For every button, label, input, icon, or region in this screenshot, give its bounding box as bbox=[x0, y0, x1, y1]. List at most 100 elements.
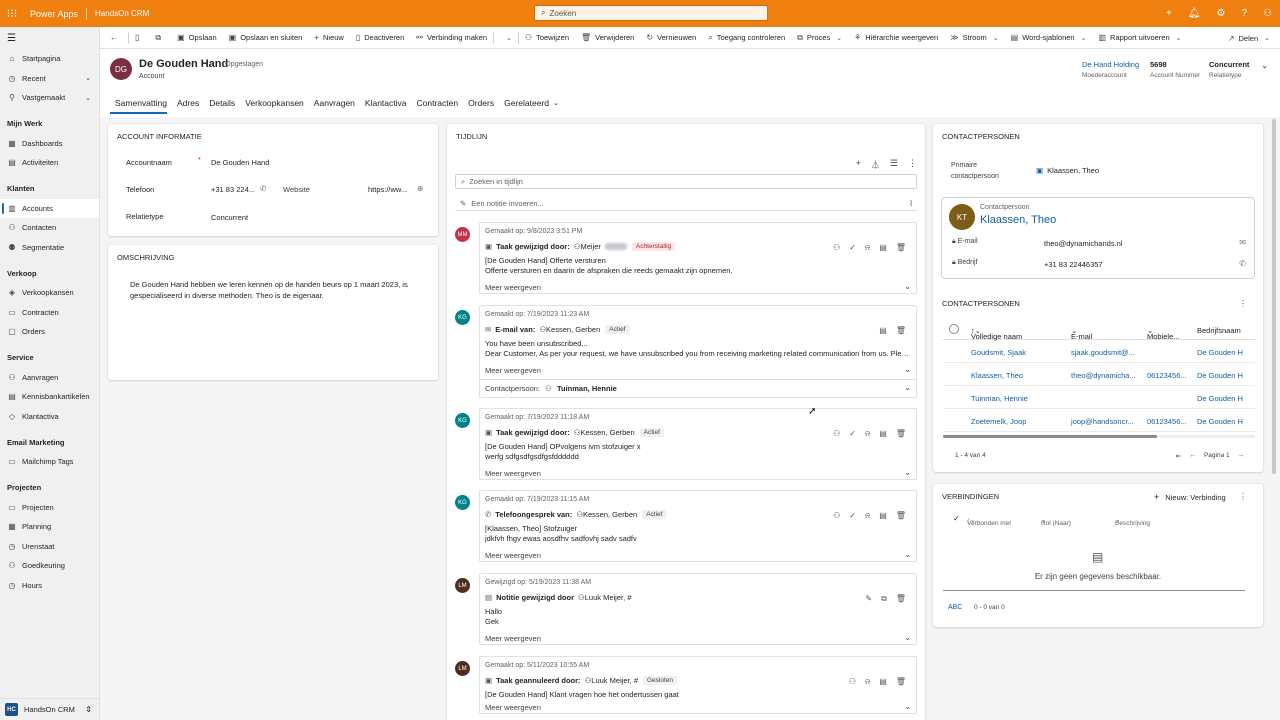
tab-verkoopkansen[interactable]: Verkoopkansen bbox=[240, 93, 309, 113]
record-set-button[interactable]: ▯ bbox=[129, 27, 149, 49]
note-input[interactable]: ✎ Een notitie invoeren... ⌇ bbox=[455, 197, 917, 211]
check-icon[interactable]: ✓ bbox=[849, 243, 856, 253]
assign-icon[interactable]: ⚇ bbox=[833, 243, 840, 253]
cell-email[interactable]: theo@dynamicha... bbox=[1071, 371, 1143, 380]
alphabet-filter[interactable]: ABC bbox=[948, 604, 962, 611]
more-icon[interactable]: ⋮ bbox=[1239, 299, 1247, 308]
chevron-down-icon[interactable]: ⌄ bbox=[904, 633, 911, 642]
relation-type-field[interactable]: Concurrent bbox=[211, 213, 248, 222]
chevron-down-icon[interactable]: ⌄ bbox=[904, 365, 911, 374]
account-name-field[interactable]: De Gouden Hand bbox=[211, 158, 269, 167]
open-icon[interactable]: ▤ bbox=[879, 243, 887, 253]
cell-mobile[interactable]: 06123456... bbox=[1147, 417, 1193, 426]
nav-item-planning[interactable]: ▦ Planning bbox=[0, 517, 99, 537]
help-icon[interactable]: ? bbox=[1241, 8, 1247, 19]
next-page-icon[interactable]: → bbox=[1238, 452, 1245, 460]
first-page-icon[interactable]: ⇤ bbox=[1176, 452, 1181, 460]
phone-icon[interactable]: ✆ bbox=[260, 184, 266, 193]
primary-contact-field[interactable]: ▣ Klaassen, Theo bbox=[1036, 166, 1099, 175]
timeline-card[interactable]: Gemaakt op: 9/8/2023 3:51 PM ▣ Taak gewi… bbox=[479, 222, 917, 294]
check-icon[interactable]: ✓ bbox=[849, 429, 856, 439]
person-name[interactable]: Luuk Meijer, # bbox=[591, 676, 638, 685]
trash-icon[interactable]: 🗑︎ bbox=[896, 594, 906, 604]
timeline-card[interactable]: Gemaakt op: 7/19/2023 11:15 AM ✆ Telefoo… bbox=[479, 490, 917, 562]
chevron-down-icon[interactable]: ⌄ bbox=[904, 383, 911, 392]
bell-icon[interactable]: ⍾ bbox=[865, 429, 870, 439]
nav-item-orders[interactable]: ▢ Orders bbox=[0, 322, 99, 342]
contact-name[interactable]: Tuinman, Hennie bbox=[557, 384, 617, 393]
cell-company[interactable]: De Gouden H bbox=[1197, 417, 1255, 426]
trash-icon[interactable]: 🗑︎ bbox=[896, 243, 906, 253]
cell-name[interactable]: Goudsmit, Sjaak bbox=[971, 348, 1026, 357]
area-switcher[interactable]: HC HandsOn CRM ⇕ bbox=[0, 698, 100, 720]
environment-name[interactable]: HandsOn CRM bbox=[95, 9, 149, 18]
trash-icon[interactable]: 🗑︎ bbox=[896, 511, 906, 521]
cell-mobile[interactable]: 06123456... bbox=[1147, 371, 1193, 380]
column-header-connected[interactable]: Verbonden met ↑⌄ bbox=[967, 516, 1011, 527]
nav-item-activiteiten[interactable]: ▤ Activiteiten bbox=[0, 153, 99, 173]
copy-icon[interactable]: ⧉ bbox=[881, 594, 887, 604]
tab-orders[interactable]: Orders bbox=[463, 93, 499, 113]
show-more-link[interactable]: Meer weergeven bbox=[485, 703, 541, 712]
person-name[interactable]: Kessen, Gerben bbox=[583, 510, 637, 519]
tab-klantactiva[interactable]: Klantactiva bbox=[360, 93, 412, 113]
prev-page-icon[interactable]: ← bbox=[1189, 452, 1196, 460]
tab-contracten[interactable]: Contracten bbox=[412, 93, 464, 113]
person-name[interactable]: Kessen, Gerben bbox=[546, 325, 600, 334]
open-icon[interactable]: ▤ bbox=[879, 677, 887, 687]
cell-company[interactable]: De Gouden H bbox=[1197, 348, 1255, 357]
person-name[interactable]: Luuk Meijer, # bbox=[585, 593, 632, 602]
app-launcher-icon[interactable]: ⁝⁝⁝ bbox=[0, 7, 24, 20]
website-field[interactable]: https://ww... bbox=[368, 185, 407, 194]
chevron-down-icon[interactable]: ⌄ bbox=[1261, 61, 1268, 70]
flow-button[interactable]: ≫ Stroom ⌄ bbox=[944, 27, 1004, 49]
person-name[interactable]: Kessen, Gerben bbox=[580, 428, 634, 437]
hamburger-icon[interactable]: ☰ bbox=[0, 27, 99, 49]
chevron-down-icon[interactable]: ⌄ bbox=[904, 468, 911, 477]
cell-email[interactable]: sjaak.goudsmit@... bbox=[1071, 348, 1143, 357]
horizontal-scrollbar[interactable] bbox=[943, 435, 1157, 438]
assign-icon[interactable]: ⚇ bbox=[849, 677, 856, 687]
mail-icon[interactable]: ✉ bbox=[1239, 238, 1246, 247]
trash-icon[interactable]: 🗑︎ bbox=[896, 429, 906, 439]
chevron-down-icon[interactable]: ⌄ bbox=[904, 550, 911, 559]
timeline-card[interactable]: Gewijzigd op: 5/19/2023 11:38 AM ▤ Notit… bbox=[479, 573, 917, 645]
chevron-down-icon[interactable]: ⌄ bbox=[904, 702, 911, 711]
check-access-button[interactable]: ⌕ Toegang controleren bbox=[702, 27, 791, 49]
connect-dropdown[interactable]: ⌄ bbox=[494, 27, 518, 49]
phone-icon[interactable]: ✆ bbox=[1239, 259, 1246, 268]
tab-samenvatting[interactable]: Samenvatting bbox=[110, 93, 172, 114]
cell-company[interactable]: De Gouden H bbox=[1197, 394, 1255, 403]
timeline-card[interactable]: Gemaakt op: 5/11/2023 10:55 AM ▣ Taak ge… bbox=[479, 656, 917, 714]
nav-item-hours[interactable]: ◷ Hours bbox=[0, 576, 99, 596]
nav-item-aanvragen[interactable]: ⚇ Aanvragen bbox=[0, 368, 99, 388]
column-header-description[interactable]: Beschrijving ⌄ bbox=[1115, 516, 1150, 527]
word-templates-button[interactable]: ▤ Word-sjablonen ⌄ bbox=[1005, 27, 1093, 49]
connect-button[interactable]: ⚯ Verbinding maken bbox=[410, 27, 493, 49]
column-header-role[interactable]: Rol (Naar) ⌄ bbox=[1041, 516, 1071, 527]
person-name[interactable]: Meijer bbox=[580, 242, 600, 251]
contact-phone[interactable]: +31 83 22446357 bbox=[1044, 260, 1103, 269]
tab-gerelateerd[interactable]: Gerelateerd ⌄ bbox=[499, 93, 564, 113]
tab-details[interactable]: Details bbox=[204, 93, 240, 113]
check-icon[interactable]: ✓ bbox=[849, 511, 856, 521]
nav-item-kennisbankartikelen[interactable]: ▤ Kennisbankartikelen bbox=[0, 387, 99, 407]
contact-name-link[interactable]: Klaassen, Theo bbox=[980, 214, 1056, 226]
nav-item-klantactiva[interactable]: ◇ Klantactiva bbox=[0, 407, 99, 427]
save-close-button[interactable]: ▣ Opslaan en sluiten bbox=[223, 27, 309, 49]
bell-icon[interactable]: ⍾ bbox=[865, 243, 870, 253]
list-icon[interactable]: ☰ bbox=[890, 158, 898, 171]
filter-icon[interactable]: ⏃ bbox=[871, 158, 880, 171]
tab-aanvragen[interactable]: Aanvragen bbox=[309, 93, 360, 113]
bell-icon[interactable]: 🔔︎ bbox=[1188, 8, 1201, 19]
trash-icon[interactable]: 🗑︎ bbox=[896, 677, 906, 687]
nav-item-goedkeuring[interactable]: ⚇ Goedkeuring bbox=[0, 556, 99, 576]
open-icon[interactable]: ▤ bbox=[879, 429, 887, 439]
show-more-link[interactable]: Meer weergeven bbox=[485, 551, 541, 560]
column-header-mobile[interactable]: Mobiele... ⌄ bbox=[1147, 326, 1180, 341]
attachment-icon[interactable]: ⌇ bbox=[909, 199, 913, 208]
show-more-link[interactable]: Meer weergeven bbox=[485, 634, 541, 643]
assign-button[interactable]: ⚇ Toewijzen bbox=[519, 27, 575, 49]
delete-button[interactable]: 🗑︎ Verwijderen bbox=[575, 27, 640, 49]
table-row[interactable]: Tuinman, Hennie De Gouden H bbox=[943, 386, 1255, 409]
